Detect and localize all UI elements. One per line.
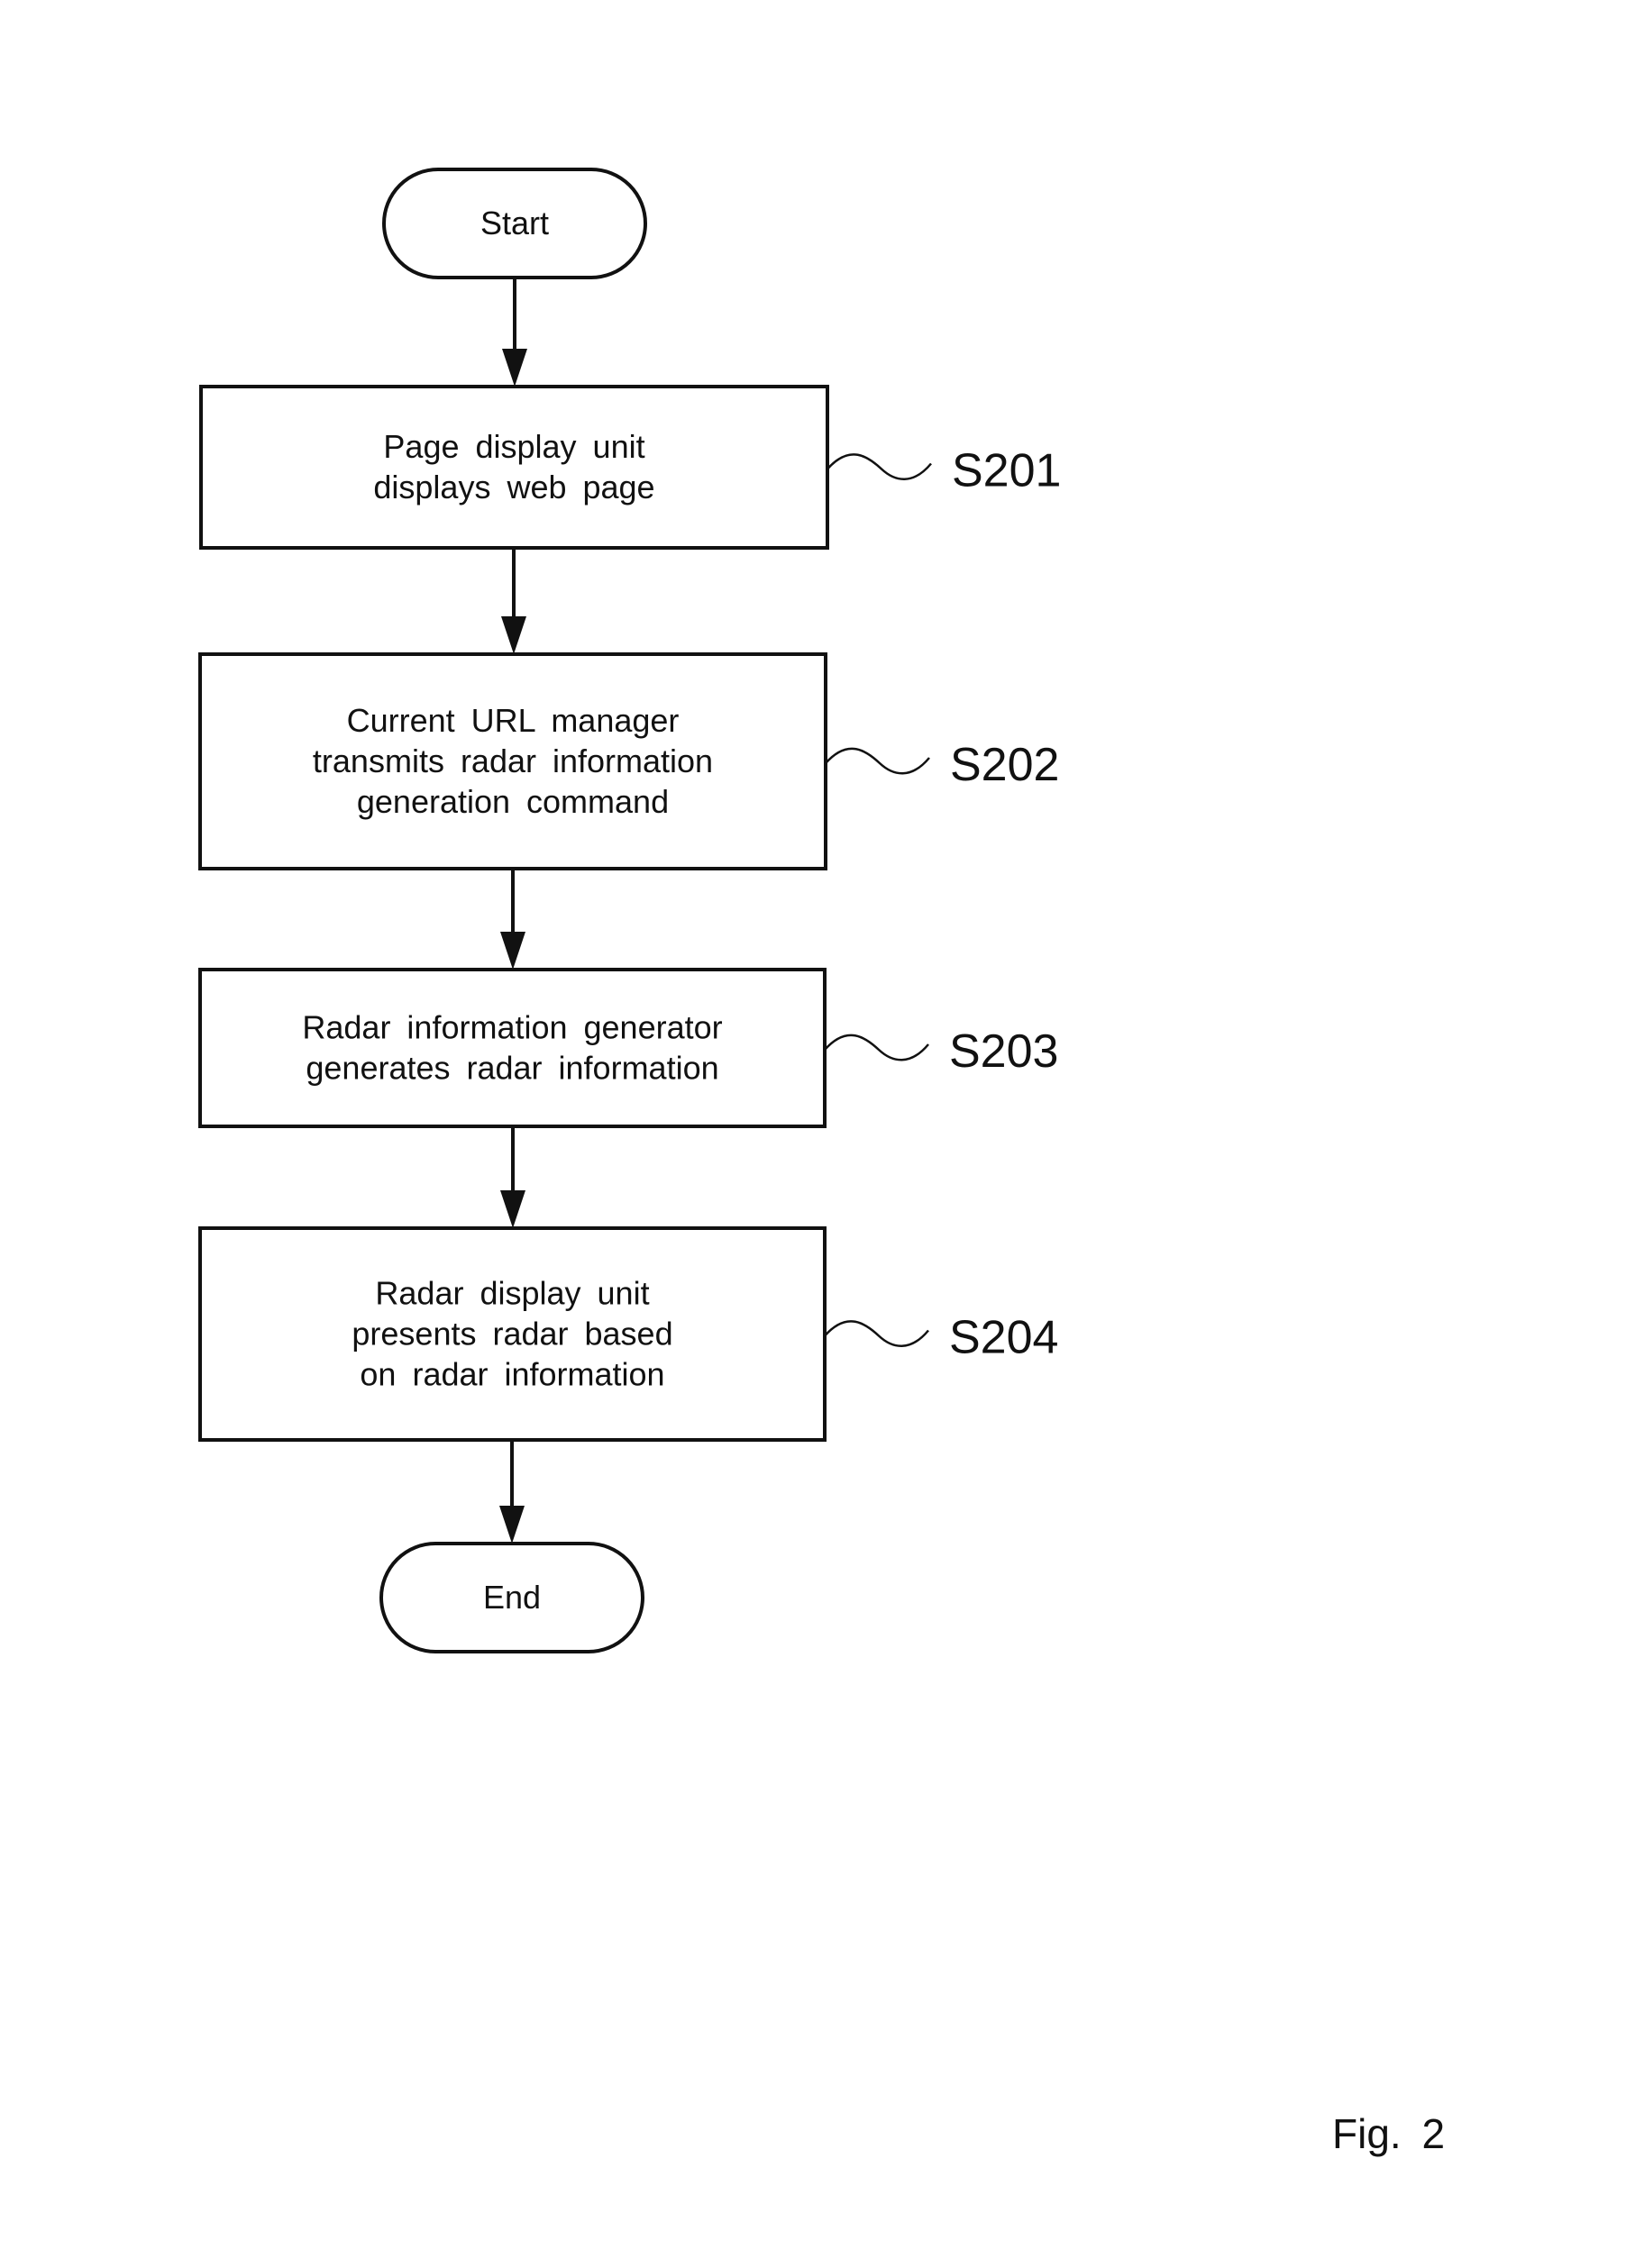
step-leader-line (825, 747, 930, 775)
arrowhead-icon (500, 1190, 525, 1228)
node-s204: Radar display unit presents radar basedon… (198, 1226, 1058, 1442)
node-text-line: Current URL manager (347, 702, 680, 739)
node-end: End (379, 1542, 644, 1653)
process-box (199, 385, 829, 550)
figure-caption: Fig. 2 (1332, 2110, 1445, 2157)
arrow-start-to-s201 (502, 278, 527, 387)
node-text-line: Radar information generator (302, 1009, 722, 1046)
arrow-s202-to-s203 (500, 869, 525, 970)
node-text-line: End (483, 1579, 541, 1616)
arrow-s201-to-s202 (501, 548, 526, 654)
node-text-line: on radar information (360, 1356, 664, 1393)
node-text-line: Start (480, 205, 549, 241)
node-text-line: transmits radar information (313, 742, 713, 779)
step-label-s204: S204 (949, 1312, 1058, 1364)
step-leader-line (827, 453, 932, 480)
node-s202: Current URL managertransmits radar infor… (198, 652, 1059, 870)
step-leader-line (824, 1320, 929, 1347)
process-box (198, 968, 827, 1128)
arrowhead-icon (499, 1506, 525, 1544)
node-text-line: generation command (357, 783, 669, 820)
arrowhead-icon (501, 616, 526, 654)
arrow-s203-to-s204 (500, 1126, 525, 1228)
step-leader-line (824, 1034, 929, 1061)
node-text-line: presents radar based (352, 1316, 672, 1353)
step-label-s203: S203 (949, 1025, 1058, 1078)
arrowhead-icon (502, 349, 527, 387)
node-text-line: displays web page (373, 469, 654, 506)
step-label-s202: S202 (950, 739, 1059, 791)
node-start: Start (382, 168, 647, 279)
node-text-line: Page display unit (383, 428, 644, 465)
node-text-line: Radar display unit (375, 1275, 649, 1312)
node-s201: Page display unit displays web page S201 (199, 385, 1061, 550)
arrowhead-icon (500, 932, 525, 970)
nodes-layer: Start Page display unit displays web page S… (198, 168, 1061, 1653)
node-text-line: generates radar information (306, 1050, 718, 1087)
node-s203: Radar information generator generates rad… (198, 968, 1058, 1128)
arrow-s204-to-end (499, 1440, 525, 1544)
step-label-s201: S201 (952, 445, 1061, 497)
flowchart-canvas: Start Page display unit displays web page S… (198, 168, 1445, 2157)
